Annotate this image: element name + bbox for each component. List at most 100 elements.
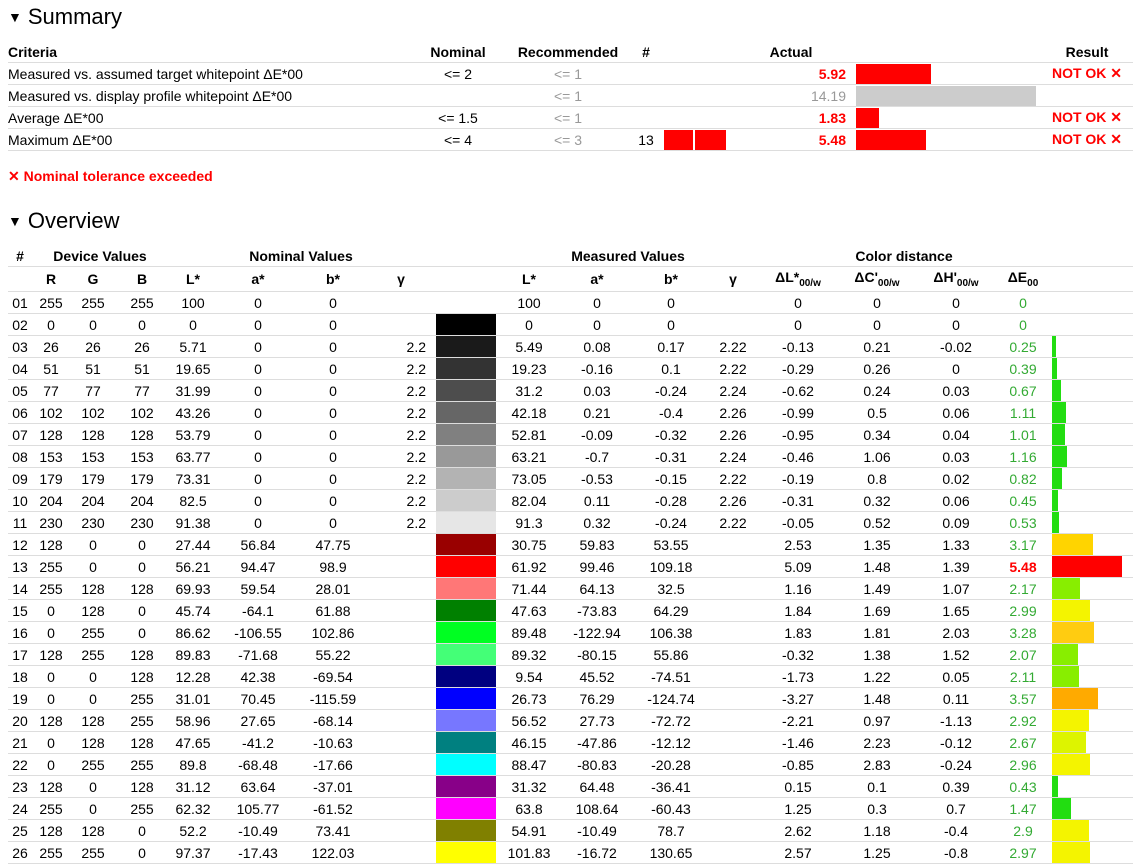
delta-e-bar-cell (1050, 357, 1133, 380)
nominal-b: -17.66 (298, 753, 368, 776)
row-number: 05 (8, 379, 32, 402)
delta-e-bar-cell (1050, 643, 1133, 666)
color-swatch (434, 533, 498, 556)
delta-l: 0 (758, 291, 838, 314)
nominal-a: 0 (218, 335, 298, 358)
delta-e-bar-cell (1050, 841, 1133, 864)
delta-h: 0 (916, 291, 996, 314)
nominal-b: 0 (298, 489, 368, 512)
actual-cell: 1.83 (726, 106, 856, 129)
measured-gamma (708, 643, 758, 666)
measured-b: 53.55 (634, 533, 708, 556)
row-number: 14 (8, 577, 32, 600)
delta-e: 2.07 (996, 643, 1050, 666)
device-g: 255 (70, 841, 116, 864)
sub-dL: ΔL*00/w (758, 266, 838, 292)
tolerance-exceeded-message: ✕ Nominal tolerance exceeded (8, 168, 213, 184)
nominal-gamma: 2.2 (368, 467, 434, 490)
device-r: 204 (32, 489, 70, 512)
device-r: 26 (32, 335, 70, 358)
swatch-fill (434, 402, 498, 423)
device-g: 255 (70, 643, 116, 666)
delta-c: 0.8 (838, 467, 916, 490)
delta-c: 1.25 (838, 841, 916, 864)
delta-e-bar-cell (1050, 665, 1133, 688)
nominal-a: -10.49 (218, 819, 298, 842)
measured-b: -0.24 (634, 379, 708, 402)
measured-gamma (708, 753, 758, 776)
device-b: 255 (116, 753, 168, 776)
nominal-gamma (368, 753, 434, 776)
nominal-l: 5.71 (168, 335, 218, 358)
nominal-b: -61.52 (298, 797, 368, 820)
nominal-a: 0 (218, 511, 298, 534)
row-number: 04 (8, 357, 32, 380)
device-r: 128 (32, 533, 70, 556)
color-swatch (434, 841, 498, 864)
device-g: 0 (70, 555, 116, 578)
delta-c: 2.83 (838, 753, 916, 776)
measured-a: -122.94 (560, 621, 634, 644)
nominal-a: 0 (218, 357, 298, 380)
delta-e-bar (1052, 644, 1078, 665)
delta-e-bar-cell (1050, 533, 1133, 556)
delta-h: 0 (916, 357, 996, 380)
sub-swatch (434, 266, 498, 292)
nominal-a: -17.43 (218, 841, 298, 864)
delta-e-bar (1052, 600, 1090, 621)
delta-e-bar (1052, 402, 1066, 423)
color-swatch (434, 665, 498, 688)
measured-a: -0.7 (560, 445, 634, 468)
delta-h: -0.4 (916, 819, 996, 842)
delta-l: -0.46 (758, 445, 838, 468)
delta-h: 0.03 (916, 445, 996, 468)
delta-l: -1.73 (758, 665, 838, 688)
delta-e: 1.16 (996, 445, 1050, 468)
measured-gamma (708, 533, 758, 556)
nominal-l: 58.96 (168, 709, 218, 732)
nominal-l: 47.65 (168, 731, 218, 754)
summary-section-toggle[interactable]: ▼ Summary (8, 4, 122, 30)
device-g: 0 (70, 797, 116, 820)
nominal-b: 28.01 (298, 577, 368, 600)
device-g: 128 (70, 599, 116, 622)
nominal-b: 73.41 (298, 819, 368, 842)
table-row: 19 0 0 255 31.01 70.45 -115.59 26.73 76.29 -124.7… (8, 687, 1133, 710)
table-row: 11 230 230 230 91.38 0 0 2.2 91.3 0.32 -0.24 2.22 -0… (8, 511, 1133, 534)
measured-l: 73.05 (498, 467, 560, 490)
delta-h: -0.12 (916, 731, 996, 754)
nominal-a: 0 (218, 489, 298, 512)
group-measured-values: Measured Values (498, 246, 758, 267)
delta-l: -0.05 (758, 511, 838, 534)
delta-h: 0.06 (916, 489, 996, 512)
measured-gamma (708, 291, 758, 314)
table-row: 14 255 128 128 69.93 59.54 28.01 71.44 64.13 32.5… (8, 577, 1133, 600)
actual-bar (856, 85, 1036, 106)
delta-h: 0.02 (916, 467, 996, 490)
nominal-a: 59.54 (218, 577, 298, 600)
delta-e-bar-cell (1050, 445, 1133, 468)
nominal-gamma (368, 533, 434, 556)
device-g: 26 (70, 335, 116, 358)
delta-l: -0.31 (758, 489, 838, 512)
nominal-b: -69.54 (298, 665, 368, 688)
delta-e: 0.67 (996, 379, 1050, 402)
delta-l: 0 (758, 313, 838, 336)
count-cell (628, 84, 664, 107)
swatch-fill (434, 644, 498, 665)
delta-e-bar-cell (1050, 335, 1133, 358)
color-swatch (434, 335, 498, 358)
measured-a: -0.16 (560, 357, 634, 380)
measured-gamma: 2.26 (708, 423, 758, 446)
nominal-b: 102.86 (298, 621, 368, 644)
table-row: 02 0 0 0 0 0 0 0 0 0 0 0 0 0 (8, 313, 1133, 336)
delta-l: -0.32 (758, 643, 838, 666)
sub-dE: ΔE00 (996, 266, 1050, 292)
delta-c: 1.81 (838, 621, 916, 644)
delta-e: 0.43 (996, 775, 1050, 798)
nominal-b: 98.9 (298, 555, 368, 578)
overview-section-toggle[interactable]: ▼ Overview (8, 208, 120, 234)
delta-l: 2.53 (758, 533, 838, 556)
device-r: 0 (32, 731, 70, 754)
table-row: 03 26 26 26 5.71 0 0 2.2 5.49 0.08 0.17 2.22 -0.13 0.… (8, 335, 1133, 358)
